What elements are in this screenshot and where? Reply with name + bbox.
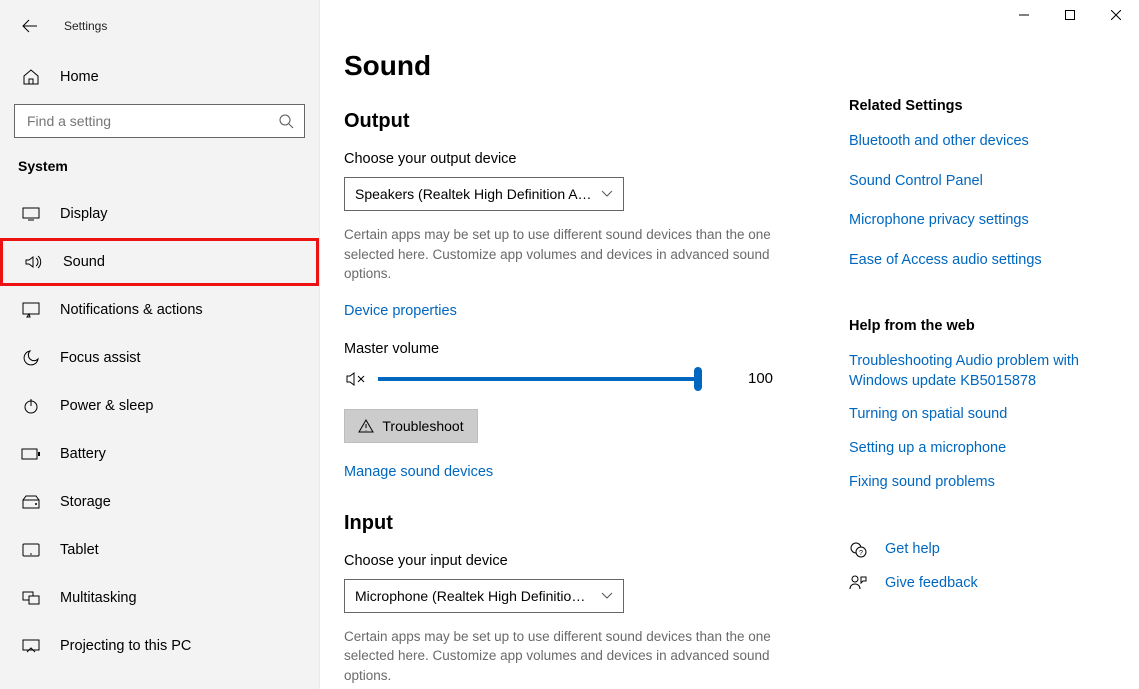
right-column: Related Settings Bluetooth and other dev… [849,0,1139,689]
device-properties-link[interactable]: Device properties [344,303,457,319]
sidebar-item-label: Display [60,206,108,222]
related-link-mic-privacy[interactable]: Microphone privacy settings [849,211,1123,231]
back-button[interactable] [18,14,42,38]
minimize-button[interactable] [1001,0,1047,30]
storage-icon [20,495,42,509]
get-help-link[interactable]: Get help [885,540,940,560]
related-link-bluetooth[interactable]: Bluetooth and other devices [849,132,1123,152]
help-link-fix-sound[interactable]: Fixing sound problems [849,473,1123,493]
sidebar-item-label: Power & sleep [60,398,154,414]
related-link-sound-control[interactable]: Sound Control Panel [849,172,1123,192]
sidebar-item-projecting[interactable]: Projecting to this PC [0,622,319,670]
window-title: Settings [64,19,107,33]
troubleshoot-label: Troubleshoot [382,418,463,434]
help-icon: ? [849,541,867,559]
maximize-button[interactable] [1047,0,1093,30]
chevron-down-icon [601,592,613,600]
notifications-icon [20,302,42,318]
sidebar-item-notifications[interactable]: Notifications & actions [0,286,319,334]
input-device-dropdown[interactable]: Microphone (Realtek High Definitio… [344,579,624,613]
related-settings-heading: Related Settings [849,98,1123,114]
input-heading: Input [344,512,809,535]
sound-icon [23,254,45,270]
projecting-icon [20,639,42,653]
output-device-dropdown[interactable]: Speakers (Realtek High Definition A… [344,177,624,211]
input-hint: Certain apps may be set up to use differ… [344,627,804,686]
get-help-row[interactable]: ? Get help [849,540,1123,560]
arrow-left-icon [22,18,38,34]
help-link-spatial-sound[interactable]: Turning on spatial sound [849,405,1123,425]
sidebar-home[interactable]: Home [0,58,319,96]
sidebar-item-label: Tablet [60,542,99,558]
sidebar: Settings Home System Display [0,0,320,689]
search-box[interactable] [14,104,305,138]
power-icon [20,398,42,414]
sidebar-item-label: Projecting to this PC [60,638,191,654]
help-link-setup-mic[interactable]: Setting up a microphone [849,439,1123,459]
display-icon [20,207,42,221]
input-device-label: Choose your input device [344,553,809,569]
help-link-troubleshoot-kb[interactable]: Troubleshooting Audio problem with Windo… [849,352,1123,391]
sidebar-section-label: System [0,138,319,180]
help-heading: Help from the web [849,318,1123,334]
tablet-icon [20,543,42,557]
home-icon [20,68,42,86]
sidebar-item-label: Multitasking [60,590,137,606]
close-button[interactable] [1093,0,1139,30]
svg-text:?: ? [859,550,863,557]
feedback-icon [849,574,867,592]
troubleshoot-button[interactable]: Troubleshoot [344,409,478,443]
sidebar-nav: Display Sound Notifications & actions Fo… [0,190,319,670]
search-icon [279,114,294,129]
multitasking-icon [20,591,42,605]
search-input[interactable] [15,105,304,137]
sidebar-item-display[interactable]: Display [0,190,319,238]
output-device-value: Speakers (Realtek High Definition A… [355,186,593,202]
main-area: Sound Output Choose your output device S… [320,0,1139,689]
sidebar-item-label: Storage [60,494,111,510]
feedback-link[interactable]: Give feedback [885,574,978,594]
window-controls [1001,0,1139,30]
page-title: Sound [344,50,809,82]
sidebar-item-storage[interactable]: Storage [0,478,319,526]
titlebar: Settings [0,8,319,44]
volume-label: Master volume [344,341,809,357]
output-hint: Certain apps may be set up to use differ… [344,225,804,284]
sidebar-item-focus-assist[interactable]: Focus assist [0,334,319,382]
output-device-label: Choose your output device [344,151,809,167]
sidebar-item-tablet[interactable]: Tablet [0,526,319,574]
mute-icon[interactable] [344,370,368,388]
feedback-row[interactable]: Give feedback [849,574,1123,594]
home-label: Home [60,69,99,85]
sidebar-item-label: Battery [60,446,106,462]
related-link-ease-of-access[interactable]: Ease of Access audio settings [849,251,1123,271]
volume-slider[interactable] [378,367,698,391]
input-device-value: Microphone (Realtek High Definitio… [355,588,593,604]
sidebar-item-label: Notifications & actions [60,302,203,318]
battery-icon [20,448,42,460]
sidebar-item-battery[interactable]: Battery [0,430,319,478]
slider-thumb[interactable] [694,367,702,391]
volume-value: 100 [748,370,773,387]
output-heading: Output [344,110,809,133]
sidebar-item-label: Sound [63,254,105,270]
chevron-down-icon [601,190,613,198]
manage-sound-devices-link[interactable]: Manage sound devices [344,464,493,480]
content: Sound Output Choose your output device S… [320,0,849,689]
warning-icon [358,419,374,433]
sidebar-item-label: Focus assist [60,350,141,366]
focus-assist-icon [20,349,42,367]
sidebar-item-multitasking[interactable]: Multitasking [0,574,319,622]
sidebar-item-sound[interactable]: Sound [0,238,319,286]
sidebar-item-power-sleep[interactable]: Power & sleep [0,382,319,430]
